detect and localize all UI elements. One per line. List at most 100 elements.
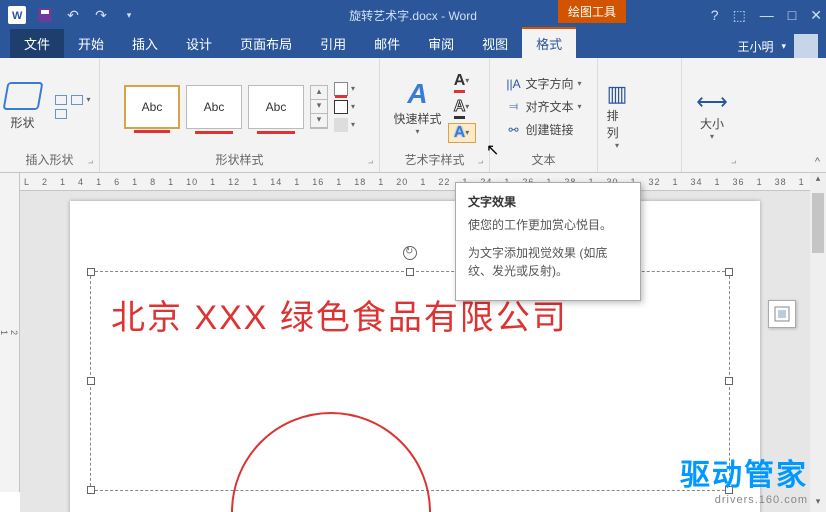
bucket-icon [334,82,348,96]
group-label-arrange [608,166,671,170]
group-label-insert-shapes: 插入形状 [10,149,89,170]
text-direction-button[interactable]: ||A文字方向▾ [505,75,581,92]
resize-handle-ne[interactable] [725,268,733,276]
align-text-button[interactable]: ⫤对齐文本▾ [505,98,581,115]
text-fill-button[interactable]: A▾ [448,71,476,91]
chevron-down-icon: ▾ [415,127,419,136]
red-circle-shape [231,412,431,512]
group-text: ||A文字方向▾ ⫤对齐文本▾ ⚯创建链接 文本 [490,58,598,172]
qat-customize-icon[interactable]: ▾ [118,4,140,26]
size-icon: ⟷ [696,89,728,115]
shapes-label: 形状 [10,114,34,131]
redo-icon[interactable]: ↷ [90,4,112,26]
shape-effects-button[interactable]: ▾ [334,118,355,132]
text-effects-tooltip: 文字效果 使您的工作更加赏心悦目。 为文字添加视觉效果 (如底纹、发光或反射)。 [455,182,641,301]
text-effects-button[interactable]: A▾ [448,123,476,143]
chevron-down-icon: ▾ [351,84,355,93]
horizontal-ruler[interactable]: L214161811011211411611812012212412612813… [0,173,826,191]
tab-layout[interactable]: 页面布局 [226,29,306,58]
tab-mailings[interactable]: 邮件 [360,29,414,58]
create-link-button[interactable]: ⚯创建链接 [505,121,581,138]
group-arrange: ▥ 排列 ▾ [598,58,682,172]
arrange-icon: ▥ [607,81,628,107]
group-label-shape-styles: 形状样式 [110,149,369,170]
size-button[interactable]: ⟷ 大小 ▾ [696,89,728,141]
chevron-down-icon: ▾ [465,128,469,137]
tab-format[interactable]: 格式 [522,27,576,58]
text-direction-icon: ||A [505,77,521,91]
ribbon-tabs: 文件 开始 插入 设计 页面布局 引用 邮件 审阅 视图 格式 王小明 ▾ [0,30,826,58]
text-fill-a-icon: A [454,72,466,90]
pen-icon [334,100,348,114]
minimize-icon[interactable]: — [760,7,774,23]
shape-fill-button[interactable]: ▾ [334,82,355,96]
tab-references[interactable]: 引用 [306,29,360,58]
shapes-button[interactable]: 形状 [1,78,45,135]
tooltip-line1: 使您的工作更加赏心悦目。 [468,216,628,234]
word-app-icon[interactable]: W [6,4,28,26]
watermark: 驱动管家 drivers.160.com [680,450,808,506]
svg-text:W: W [12,10,23,22]
help-icon[interactable]: ? [711,7,719,23]
quick-access-toolbar: W ↶ ↷ ▾ [0,4,140,26]
scrollbar-thumb[interactable] [812,193,824,253]
tab-file[interactable]: 文件 [10,29,64,58]
resize-handle-nw[interactable] [87,268,95,276]
maximize-icon[interactable]: □ [788,7,796,23]
user-area[interactable]: 王小明 ▾ [737,34,818,58]
link-icon: ⚯ [505,123,521,137]
resize-handle-e[interactable] [725,377,733,385]
watermark-main: 驱动管家 [680,450,808,494]
shape-style-3[interactable]: Abc [248,85,304,129]
shape-style-gallery-nav[interactable]: ▴▾▾ [310,85,328,129]
quick-styles-label: 快速样式 [393,110,441,127]
user-dropdown-icon[interactable]: ▾ [781,41,786,52]
vertical-scrollbar[interactable]: ▴ ▾ [810,173,826,512]
text-outline-button[interactable]: A▾ [448,97,476,117]
tab-view[interactable]: 视图 [468,29,522,58]
tab-home[interactable]: 开始 [64,29,118,58]
drawing-tools-tab-label: 绘图工具 [558,0,626,23]
undo-icon[interactable]: ↶ [62,4,84,26]
rotate-handle[interactable] [403,246,417,260]
wordart-textbox[interactable]: 北京 XXX 绿色食品有限公司 ▲ [90,271,730,491]
close-icon[interactable]: ✕ [810,7,822,24]
shape-style-1[interactable]: Abc [124,85,180,129]
group-label-text: 文本 [500,149,587,170]
vertical-ruler[interactable]: 21112131415161718 [0,173,20,492]
group-wordart-styles: A 快速样式 ▾ A▾ A▾ A▾ 艺术字样式 [380,58,490,172]
quick-styles-button[interactable]: A 快速样式 ▾ [393,78,441,136]
chevron-down-icon: ▾ [465,102,469,111]
layout-options-button[interactable] [768,300,796,328]
resize-handle-n[interactable] [406,268,414,276]
scroll-up-icon[interactable]: ▴ [810,173,826,189]
document-title: 旋转艺术字.docx - Word [349,7,477,24]
chevron-down-icon: ▾ [351,102,355,111]
tooltip-line2: 为文字添加视觉效果 (如底纹、发光或反射)。 [468,244,628,280]
group-label-wordart-styles: 艺术字样式 [390,149,479,170]
scroll-down-icon[interactable]: ▾ [810,496,826,512]
shape-style-2[interactable]: Abc [186,85,242,129]
shape-icon [2,82,43,110]
tab-insert[interactable]: 插入 [118,29,172,58]
watermark-sub: drivers.160.com [680,494,808,506]
arrange-button[interactable]: ▥ 排列 ▾ [607,81,628,150]
collapse-ribbon-icon[interactable]: ^ [815,156,820,168]
tab-design[interactable]: 设计 [172,29,226,58]
wordart-fill-column: A▾ A▾ A▾ [448,71,476,143]
tooltip-title: 文字效果 [468,193,628,210]
align-text-icon: ⫤ [505,99,521,114]
shape-outline-button[interactable]: ▾ [334,100,355,114]
group-shape-styles: Abc Abc Abc ▴▾▾ ▾ ▾ ▾ 形状样式 [100,58,380,172]
group-size: ⟷ 大小 ▾ [682,58,742,172]
edit-shape-menu[interactable]: ▾ [55,95,99,119]
group-insert-shapes: 形状 ▾ 插入形状 [0,58,100,172]
save-icon[interactable] [34,4,56,26]
page: 北京 XXX 绿色食品有限公司 ▲ [70,201,760,512]
title-bar: W ↶ ↷ ▾ 旋转艺术字.docx - Word 绘图工具 ? ⬚ — □ ✕ [0,0,826,30]
resize-handle-sw[interactable] [87,486,95,494]
ribbon-display-icon[interactable]: ⬚ [733,7,746,24]
resize-handle-w[interactable] [87,377,95,385]
avatar[interactable] [794,34,818,58]
tab-review[interactable]: 审阅 [414,29,468,58]
